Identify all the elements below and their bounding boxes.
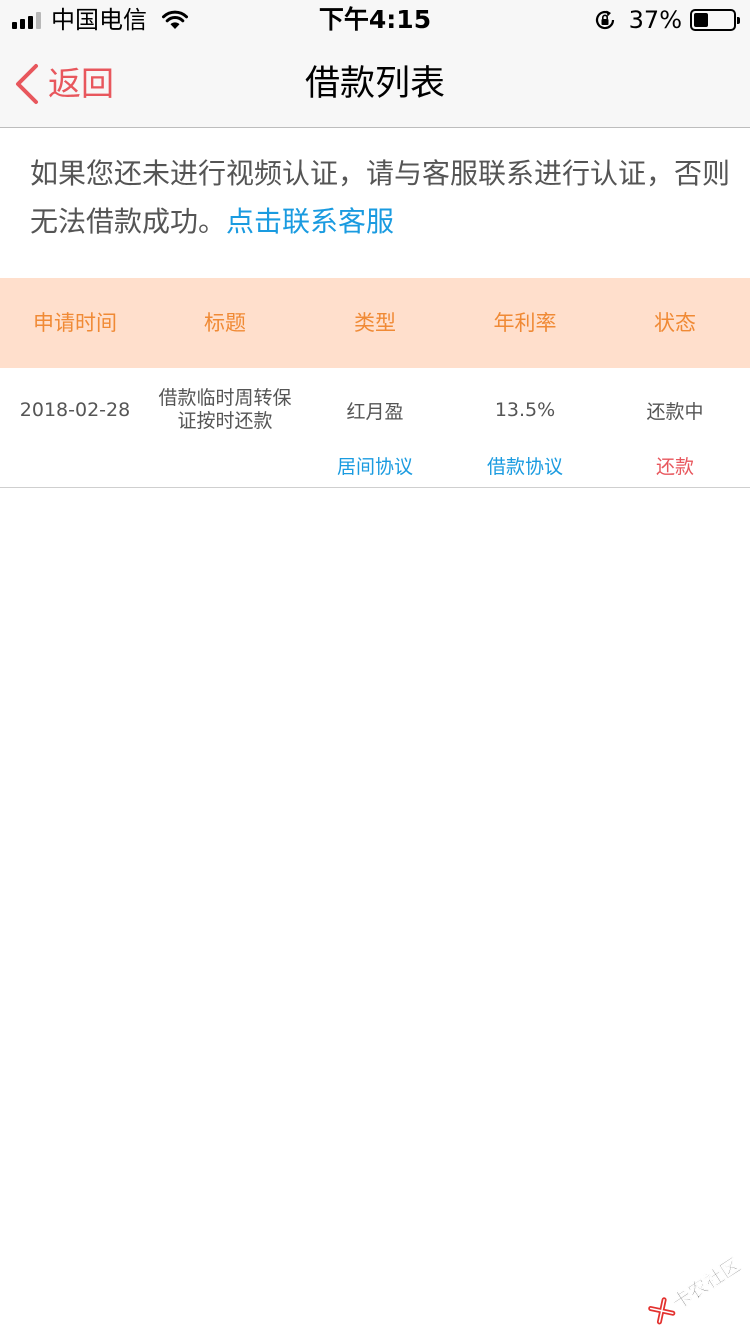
action-spacer [150,452,300,482]
navigation-bar: 返回 借款列表 [0,40,750,128]
action-spacer [0,452,150,482]
table-row: 2018-02-28 借款临时周转保证按时还款 红月盈 13.5% 还款中 居间… [0,368,750,488]
cell-loan-title: 借款临时周转保证按时还款 [158,387,292,432]
column-header-apply-time: 申请时间 [33,311,117,335]
contact-support-link[interactable]: 点击联系客服 [226,205,394,238]
video-verification-notice: 如果您还未进行视频认证，请与客服联系进行认证，否则无法借款成功。点击联系客服 [30,150,730,246]
loan-agreement-link[interactable]: 借款协议 [450,452,600,482]
battery-fill [694,13,708,27]
row-values: 2018-02-28 借款临时周转保证按时还款 红月盈 13.5% 还款中 [0,384,750,436]
battery-tip [737,17,740,24]
watermark: 卡农社区 [637,1236,750,1334]
table-header: 申请时间 标题 类型 年利率 状态 [0,278,750,368]
repay-button[interactable]: 还款 [600,452,750,482]
column-header-annual-rate: 年利率 [493,311,557,335]
cell-status: 还款中 [646,400,704,423]
column-header-title: 标题 [204,311,246,335]
rotation-lock-icon [595,10,614,30]
column-header-status: 状态 [654,311,696,335]
column-header-type: 类型 [354,311,396,335]
cell-apply-date: 2018-02-28 [19,399,131,421]
battery-percent: 37% [628,6,682,34]
status-bar: 中国电信 下午4:15 37% [0,0,750,40]
status-right: 37% [593,5,740,35]
battery-icon [690,9,740,31]
watermark-text: 卡农社区 [668,1253,745,1314]
row-actions: 居间协议 借款协议 还款 [0,452,750,482]
page-title: 借款列表 [304,64,445,104]
cell-loan-type: 红月盈 [346,400,404,423]
cell-annual-rate: 13.5% [494,399,556,421]
loan-list-screen: 中国电信 下午4:15 37% 返回 借款列表 如果您还未进行视频认证，请与客服… [0,0,750,1334]
broker-agreement-link[interactable]: 居间协议 [300,452,450,482]
